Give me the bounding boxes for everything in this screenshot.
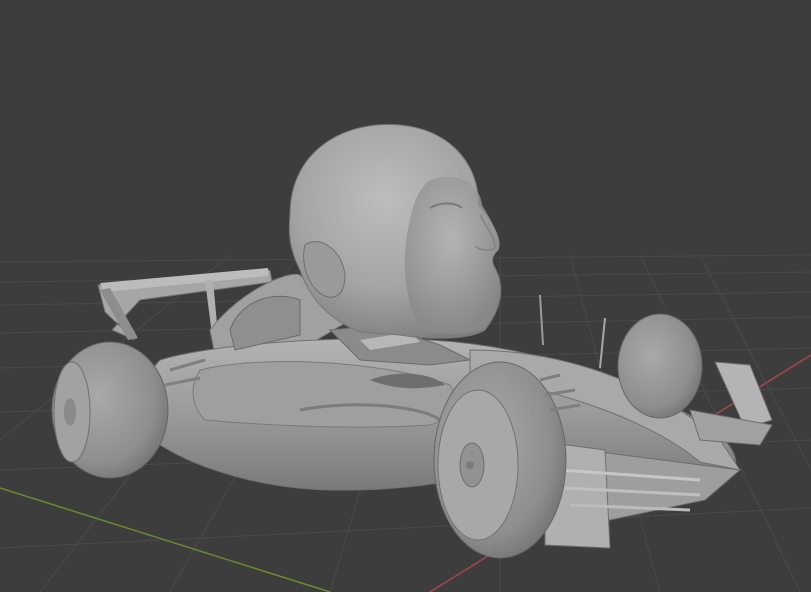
rear-left-wheel[interactable] xyxy=(51,341,169,479)
3d-viewport[interactable] xyxy=(0,0,811,592)
front-left-wheel[interactable] xyxy=(433,361,567,559)
viewport-canvas[interactable] xyxy=(0,0,811,592)
front-right-wheel[interactable] xyxy=(617,313,703,419)
